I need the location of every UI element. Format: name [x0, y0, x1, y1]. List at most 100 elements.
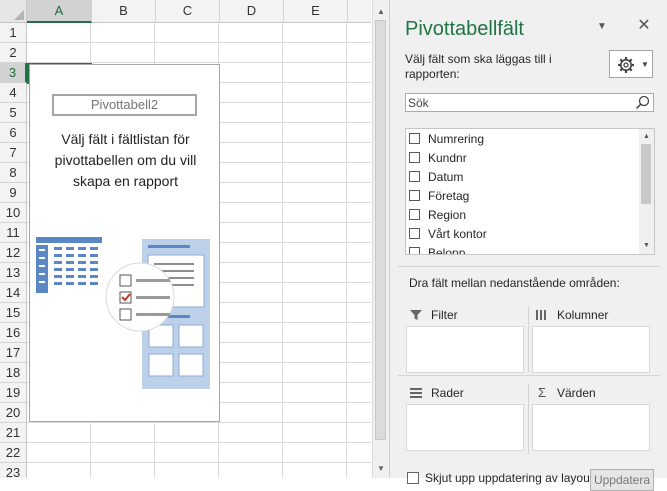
pivot-illustration-icon	[36, 237, 210, 389]
field-item-region[interactable]: Region	[406, 205, 636, 224]
field-checkbox[interactable]	[409, 209, 420, 220]
field-instruction: Välj fält som ska läggas till i rapporte…	[405, 52, 552, 81]
field-label: Vårt kontor	[428, 226, 487, 241]
field-item-belopp[interactable]: Belopp	[406, 243, 636, 255]
filter-area-title: Filter	[431, 308, 458, 322]
row-header[interactable]: 10	[0, 203, 27, 223]
defer-layout-label: Skjut upp uppdatering av layout	[425, 471, 594, 485]
divider	[528, 306, 529, 372]
update-button[interactable]: Uppdatera	[590, 469, 654, 491]
search-icon[interactable]	[635, 95, 650, 110]
field-checkbox[interactable]	[409, 133, 420, 144]
field-item-foretag[interactable]: Företag	[406, 186, 636, 205]
values-area-label: Σ Värden	[535, 386, 596, 400]
field-checkbox[interactable]	[409, 247, 420, 254]
rows-drop-area[interactable]	[406, 404, 524, 451]
row-header[interactable]: 13	[0, 263, 27, 283]
scroll-down-arrow-icon[interactable]: ▼	[374, 460, 388, 476]
scroll-down-arrow-icon[interactable]: ▼	[639, 239, 654, 253]
divider	[398, 375, 660, 376]
field-checkbox[interactable]	[409, 228, 420, 239]
field-item-vart-kontor[interactable]: Vårt kontor	[406, 224, 636, 243]
field-label: Numrering	[428, 131, 485, 146]
field-item-kundnr[interactable]: Kundnr	[406, 148, 636, 167]
filter-area-label: Filter	[409, 308, 458, 322]
row-header[interactable]: 18	[0, 363, 27, 383]
tools-button[interactable]: ▼	[609, 50, 653, 78]
row-header[interactable]: 11	[0, 223, 27, 243]
row-header[interactable]: 8	[0, 163, 27, 183]
row-header[interactable]: 6	[0, 123, 27, 143]
row-header[interactable]: 14	[0, 283, 27, 303]
rows-icon	[410, 388, 422, 398]
column-header-f-partial[interactable]	[348, 0, 371, 23]
field-label: Datum	[428, 169, 464, 184]
filter-icon	[410, 310, 422, 320]
row-header[interactable]: 15	[0, 303, 27, 323]
pivot-table-name: Pivottabell2	[52, 94, 197, 116]
pivot-placeholder-message: Välj fält i fältlistan för pivottabellen…	[54, 131, 197, 189]
field-label: Region	[428, 207, 467, 222]
row-header[interactable]: 4	[0, 83, 27, 103]
rows-area-title: Rader	[431, 386, 464, 400]
row-header[interactable]: 1	[0, 23, 27, 43]
scrollbar-thumb[interactable]	[641, 144, 651, 204]
field-search-input[interactable]	[408, 95, 628, 110]
sheet-vertical-scrollbar[interactable]: ▲ ▼	[372, 0, 389, 478]
task-pane-options-chevron-down-icon[interactable]: ▼	[595, 20, 609, 34]
sigma-icon: Σ	[537, 385, 547, 400]
gear-icon	[618, 57, 634, 73]
row-header[interactable]: 23	[0, 463, 27, 478]
row-header[interactable]: 7	[0, 143, 27, 163]
row-header[interactable]: 12	[0, 243, 27, 263]
rows-area-label: Rader	[409, 386, 464, 400]
columns-area-title: Kolumner	[557, 308, 609, 322]
chevron-down-icon: ▼	[641, 60, 649, 69]
column-header-b[interactable]: B	[92, 0, 156, 23]
values-area-title: Värden	[557, 386, 596, 400]
field-list[interactable]: Numrering Kundnr Datum Företag Region Vå…	[405, 128, 655, 255]
field-item-datum[interactable]: Datum	[406, 167, 636, 186]
column-header-a[interactable]: A	[27, 0, 92, 23]
row-header[interactable]: 20	[0, 403, 27, 423]
select-all-corner[interactable]	[0, 0, 27, 23]
defer-layout-checkbox[interactable]	[407, 472, 419, 484]
drag-instruction: Dra fält mellan nedanstående områden:	[409, 276, 620, 290]
row-header[interactable]: 21	[0, 423, 27, 443]
scroll-up-arrow-icon[interactable]: ▲	[374, 3, 388, 19]
pivot-table-placeholder[interactable]: Pivottabell2 Välj fält i fältlistan för …	[29, 64, 220, 422]
field-list-scrollbar[interactable]: ▲ ▼	[639, 129, 654, 254]
field-item-numrering[interactable]: Numrering	[406, 129, 636, 148]
field-label: Kundnr	[428, 150, 467, 165]
columns-area-label: Kolumner	[535, 308, 608, 322]
field-label: Belopp	[428, 245, 466, 255]
row-header[interactable]: 5	[0, 103, 27, 123]
field-checkbox[interactable]	[409, 171, 420, 182]
row-header[interactable]: 3	[0, 63, 27, 83]
row-header[interactable]: 9	[0, 183, 27, 203]
pivot-field-list-pane: Pivottabellfält ▼ ✕ Välj fält som ska lä…	[389, 0, 667, 491]
column-header-c[interactable]: C	[156, 0, 220, 23]
row-header[interactable]: 22	[0, 443, 27, 463]
columns-drop-area[interactable]	[532, 326, 650, 373]
scroll-up-arrow-icon[interactable]: ▲	[639, 130, 654, 144]
close-icon[interactable]: ✕	[636, 18, 652, 34]
spreadsheet-area[interactable]: A B C D E 1 2 3 4 5 6 7 8 9 10 11 12 13 …	[0, 0, 371, 478]
filter-drop-area[interactable]	[406, 326, 524, 373]
field-label: Företag	[428, 188, 470, 203]
row-header[interactable]: 17	[0, 343, 27, 363]
pane-title: Pivottabellfält	[405, 18, 524, 40]
field-checkbox[interactable]	[409, 190, 420, 201]
values-drop-area[interactable]	[532, 404, 650, 451]
row-header[interactable]: 2	[0, 43, 27, 63]
row-header[interactable]: 19	[0, 383, 27, 403]
field-checkbox[interactable]	[409, 152, 420, 163]
column-header-e[interactable]: E	[284, 0, 348, 23]
scrollbar-thumb[interactable]	[375, 20, 386, 440]
divider	[398, 266, 660, 267]
field-search-box[interactable]	[405, 93, 654, 112]
column-header-d[interactable]: D	[220, 0, 284, 23]
divider	[528, 384, 529, 454]
row-header[interactable]: 16	[0, 323, 27, 343]
columns-icon	[536, 310, 546, 320]
